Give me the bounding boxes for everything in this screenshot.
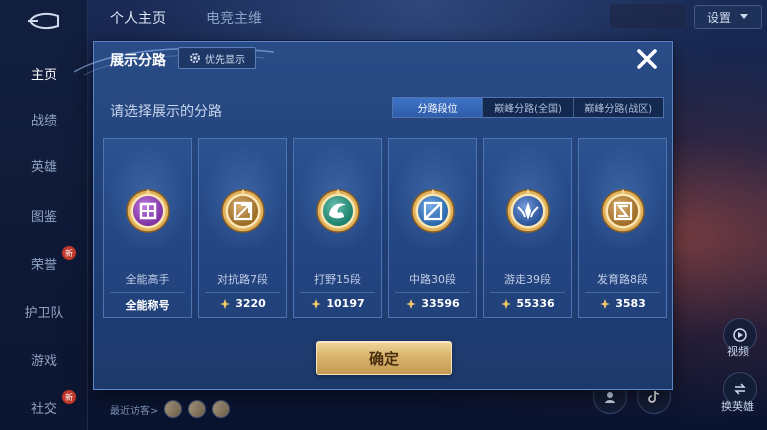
- top-tabs: 个人主页 电竞主维: [110, 8, 262, 28]
- new-badge: 新: [62, 390, 76, 404]
- sidebar-item-label: 主页: [30, 67, 57, 83]
- tab-peak-region[interactable]: 巅峰分路(战区): [574, 98, 663, 117]
- combat-power-icon: [600, 298, 611, 309]
- swap-icon: [734, 383, 746, 395]
- tab-peak-national[interactable]: 巅峰分路(全国): [483, 98, 574, 117]
- tiktok-icon: [648, 390, 660, 403]
- route-card-value-text: 33596: [421, 297, 460, 310]
- route-card-value: 全能称号: [104, 297, 191, 313]
- card-divider: [395, 292, 470, 293]
- close-icon: [637, 49, 657, 69]
- route-card-jungle[interactable]: 打野15段 10197: [293, 138, 382, 318]
- priority-display-label: 优先显示: [205, 54, 245, 66]
- route-card-label: 游走39段: [504, 273, 551, 286]
- route-card-list: 全能高手 全能称号 对抗路7段 3220 打野15段 10197 中路30段 33596 游走3…: [103, 138, 667, 318]
- gear-icon: [190, 53, 200, 63]
- settings-button[interactable]: 设置: [694, 5, 762, 29]
- sidebar-item[interactable]: 荣誉新: [0, 246, 88, 278]
- route-card-value: 33596: [389, 297, 476, 310]
- team-icon: [605, 392, 615, 403]
- rank-badge-icon: [409, 187, 457, 235]
- route-card-all[interactable]: 全能高手 全能称号: [103, 138, 192, 318]
- recent-visitors[interactable]: 最近访客>: [110, 400, 231, 418]
- rank-badge-icon: [599, 187, 647, 235]
- route-card-label: 对抗路7段: [217, 273, 268, 286]
- route-card-clash[interactable]: 对抗路7段 3220: [198, 138, 287, 318]
- video-label: 视频: [727, 345, 749, 358]
- close-button[interactable]: [632, 44, 662, 74]
- rank-badge-icon: [124, 187, 172, 235]
- dialog-title: 展示分路: [110, 53, 166, 69]
- tab-personal-home[interactable]: 个人主页: [110, 8, 166, 28]
- sidebar-item-label: 护卫队: [24, 305, 64, 321]
- route-card-farm[interactable]: 发育路8段 3583: [578, 138, 667, 318]
- route-card-value-text: 3220: [235, 297, 266, 310]
- route-card-label: 全能高手: [125, 273, 170, 286]
- route-display-dialog: 展示分路 优先显示 请选择展示的分路 分路段位 巅峰分路(全国) 巅峰分路(战区…: [74, 41, 673, 390]
- route-card-value: 3220: [199, 297, 286, 310]
- rank-badge-icon: [314, 187, 362, 235]
- route-card-value-text: 10197: [326, 297, 365, 310]
- priority-display-button[interactable]: 优先显示: [178, 47, 256, 69]
- chevron-down-icon: [740, 14, 748, 19]
- combat-power-icon: [501, 298, 512, 309]
- sidebar-item[interactable]: 护卫队: [0, 296, 88, 326]
- rank-badge-icon: [219, 187, 267, 235]
- recent-visitors-label: 最近访客>: [110, 405, 159, 417]
- back-arrow-icon: [28, 12, 59, 30]
- sidebar-item-label: 战绩: [30, 113, 57, 129]
- video-icon: [733, 328, 747, 342]
- sidebar-item[interactable]: 游戏: [0, 344, 88, 374]
- route-card-roam[interactable]: 游走39段 55336: [483, 138, 572, 318]
- route-card-mid[interactable]: 中路30段 33596: [388, 138, 477, 318]
- route-card-label: 中路30段: [409, 273, 456, 286]
- dialog-header: 展示分路 优先显示: [74, 42, 672, 76]
- route-card-value: 10197: [294, 297, 381, 310]
- tab-route-rank[interactable]: 分路段位: [393, 98, 484, 117]
- combat-power-icon: [311, 298, 322, 309]
- sidebar-item-label: 游戏: [30, 353, 57, 369]
- avatar[interactable]: [164, 400, 183, 418]
- sidebar-item-label: 图鉴: [30, 209, 57, 225]
- sidebar-item-label: 社交: [30, 401, 57, 417]
- card-divider: [585, 292, 660, 293]
- route-card-label: 打野15段: [314, 273, 361, 286]
- avatar[interactable]: [188, 400, 207, 418]
- card-divider: [300, 292, 375, 293]
- sidebar-item-label: 荣誉: [30, 257, 57, 273]
- change-hero-label: 换英雄: [721, 400, 754, 413]
- route-card-value-text: 全能称号: [125, 299, 170, 312]
- sidebar-item[interactable]: 图鉴: [0, 200, 88, 230]
- route-card-value: 3583: [579, 297, 666, 310]
- sidebar-item[interactable]: 社交新: [0, 390, 88, 422]
- combat-power-icon: [406, 298, 417, 309]
- card-divider: [490, 292, 565, 293]
- vip-chip[interactable]: [610, 4, 686, 28]
- back-button[interactable]: [24, 10, 64, 32]
- combat-power-icon: [220, 298, 231, 309]
- sidebar-item[interactable]: 战绩: [0, 104, 88, 134]
- new-badge: 新: [62, 246, 76, 260]
- sidebar-item[interactable]: 英雄: [0, 150, 88, 180]
- route-card-value: 55336: [484, 297, 571, 310]
- tab-esports[interactable]: 电竞主维: [206, 8, 262, 28]
- sidebar-item-label: 英雄: [30, 159, 57, 175]
- avatar[interactable]: [212, 400, 231, 418]
- settings-label: 设置: [706, 10, 731, 25]
- card-divider: [205, 292, 280, 293]
- rank-badge-icon: [504, 187, 552, 235]
- confirm-button[interactable]: 确定: [316, 341, 452, 375]
- route-type-segmented-control: 分路段位 巅峰分路(全国) 巅峰分路(战区): [392, 97, 664, 118]
- dialog-subtitle: 请选择展示的分路: [110, 104, 222, 120]
- route-card-label: 发育路8段: [597, 273, 648, 286]
- route-card-value-text: 3583: [615, 297, 646, 310]
- card-divider: [110, 292, 185, 293]
- route-card-value-text: 55336: [516, 297, 555, 310]
